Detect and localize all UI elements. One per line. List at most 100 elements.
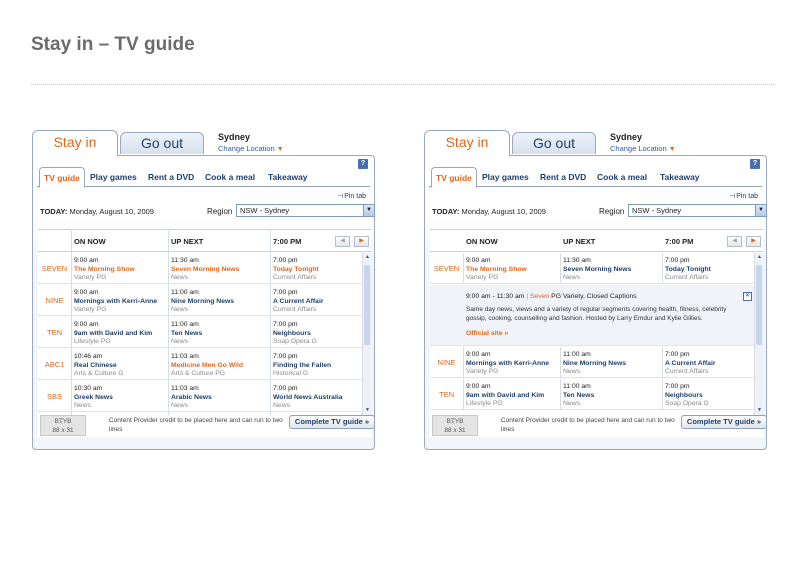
- subtab-takeaway[interactable]: Takeaway: [656, 167, 704, 187]
- tv-guide-panel: ? TV guide Play games Rent a DVD Cook a …: [424, 155, 767, 450]
- program-now[interactable]: 10:30 am Greek News News: [74, 385, 113, 411]
- channel-row[interactable]: NINE 9:00 am Mornings with Kerri-Anne Vari…: [38, 285, 362, 316]
- column-divider: [463, 253, 464, 284]
- prev-time-button[interactable]: ◀: [335, 236, 350, 247]
- channel-row[interactable]: NINE 9:00 am Mornings with Kerri-Anne Vari…: [430, 347, 754, 378]
- program-now[interactable]: 9:00 am Mornings with Kerri-Anne Variety P…: [74, 289, 157, 315]
- column-divider: [662, 347, 663, 378]
- widget-footer: BTYB 88 x 31 Content Provider credit to b…: [430, 415, 767, 439]
- subtab-tv-guide[interactable]: TV guide: [39, 167, 85, 188]
- location: Sydney Change Location ▼: [218, 132, 284, 153]
- channel-name: SEVEN: [433, 264, 460, 273]
- sponsor-ad[interactable]: BTYB 88 x 31: [432, 415, 478, 436]
- scroll-down-icon[interactable]: ▼: [363, 406, 372, 415]
- channel-row[interactable]: SEVEN 9:00 am The Morning Show Variety PG …: [38, 253, 362, 284]
- channel-row[interactable]: ABC1 10:46 am Real Chinese Arts & Culture …: [38, 349, 362, 380]
- program-next[interactable]: 11:00 am Ten News News: [171, 321, 202, 347]
- program-next[interactable]: 11:00 am Nine Morning News News: [171, 289, 234, 315]
- scroll-up-icon[interactable]: ▲: [363, 253, 372, 262]
- complete-tv-guide-button[interactable]: Complete TV guide »: [289, 415, 375, 429]
- subtab-tv-guide[interactable]: TV guide: [431, 167, 477, 188]
- close-icon[interactable]: ✕: [743, 292, 752, 301]
- region-select[interactable]: NSW - Sydney ▼: [236, 204, 375, 217]
- scroll-down-icon[interactable]: ▼: [755, 406, 764, 415]
- subtab-bar: TV guide Play games Rent a DVD Cook a me…: [429, 167, 762, 188]
- subtab-rent-dvd[interactable]: Rent a DVD: [144, 167, 198, 187]
- subtab-play-games[interactable]: Play games: [86, 167, 141, 187]
- subtab-cook-meal[interactable]: Cook a meal: [593, 167, 651, 187]
- program-detail-panel: 9:00 am - 11:30 am | Seven PG Variety, C…: [430, 285, 754, 346]
- location-city: Sydney: [610, 132, 643, 142]
- schedule-rows: SEVEN 9:00 am The Morning Show Variety PG …: [430, 253, 763, 438]
- channel-row[interactable]: SEVEN 9:00 am The Morning Show Variety PG …: [430, 253, 754, 284]
- subtab-play-games[interactable]: Play games: [478, 167, 533, 187]
- schedule-header: ON NOW UP NEXT 7:00 PM ◀ ▶: [38, 230, 371, 252]
- pin-icon: ⊣: [729, 193, 736, 200]
- program-later[interactable]: 7:00 pm Neighbours Soap Opera G: [273, 321, 317, 347]
- program-later[interactable]: 7:00 pm A Current Affair Current Affairs: [273, 289, 323, 315]
- pin-tab-link[interactable]: ⊣Pin tab: [337, 192, 366, 200]
- program-now[interactable]: 10:46 am Real Chinese Arts & Culture G: [74, 353, 123, 379]
- program-later[interactable]: 7:00 pm A Current Affair Current Affairs: [665, 351, 715, 377]
- subtab-rent-dvd[interactable]: Rent a DVD: [536, 167, 590, 187]
- program-next[interactable]: 11:03 am Medicine Men Go Wild Arts & Cultu…: [171, 353, 243, 379]
- tab-stay-in[interactable]: Stay in: [424, 130, 510, 156]
- channel-name: NINE: [437, 358, 456, 367]
- caret-down-icon: ▼: [668, 146, 676, 153]
- program-next[interactable]: 11:00 am Ten News News: [563, 383, 594, 409]
- program-later[interactable]: 7:00 pm World News Australia News: [273, 385, 343, 411]
- region-select[interactable]: NSW - Sydney ▼: [628, 204, 767, 217]
- column-divider: [662, 379, 663, 410]
- schedule-scrollbar[interactable]: ▲ ▼: [362, 253, 371, 415]
- program-later[interactable]: 7:00 pm Today Tonight Current Affairs: [665, 257, 711, 283]
- scroll-thumb[interactable]: [364, 265, 370, 345]
- pin-tab-link[interactable]: ⊣Pin tab: [729, 192, 758, 200]
- change-location-link[interactable]: Change Location ▼: [218, 144, 284, 153]
- program-next[interactable]: 11:30 am Seven Morning News News: [563, 257, 631, 283]
- program-now[interactable]: 9:00 am 9am with David and Kim Lifestyle P…: [466, 383, 544, 409]
- program-later[interactable]: 7:00 pm Neighbours Soap Opera G: [665, 383, 709, 409]
- column-divider: [463, 379, 464, 410]
- tab-go-out[interactable]: Go out: [512, 132, 596, 154]
- channel-name: ABC1: [44, 360, 65, 369]
- change-location-link[interactable]: Change Location ▼: [610, 144, 676, 153]
- tab-stay-in[interactable]: Stay in: [32, 130, 118, 156]
- region-value: NSW - Sydney: [240, 206, 290, 215]
- location: Sydney Change Location ▼: [610, 132, 676, 153]
- schedule-grid: ON NOW UP NEXT 7:00 PM ◀ ▶ SEVEN 9:00 am…: [38, 229, 371, 437]
- location-city: Sydney: [218, 132, 251, 142]
- program-next[interactable]: 11:03 am Arabic News News: [171, 385, 212, 411]
- channel-row[interactable]: SBS 10:30 am Greek News News 11:03 am Arabi…: [38, 381, 362, 412]
- sponsor-ad[interactable]: BTYB 88 x 31: [40, 415, 86, 436]
- program-now[interactable]: 9:00 am The Morning Show Variety PG: [74, 257, 135, 283]
- program-now[interactable]: 9:00 am 9am with David and Kim Lifestyle P…: [74, 321, 152, 347]
- channel-row[interactable]: TEN 9:00 am 9am with David and Kim Lifesty…: [38, 317, 362, 348]
- program-now[interactable]: 9:00 am Mornings with Kerri-Anne Variety P…: [466, 351, 549, 377]
- detail-meta: 9:00 am - 11:30 am | Seven PG Variety, C…: [466, 293, 637, 300]
- program-now[interactable]: 9:00 am The Morning Show Variety PG: [466, 257, 527, 283]
- next-time-button[interactable]: ▶: [354, 236, 369, 247]
- channel-row[interactable]: TEN 9:00 am 9am with David and Kim Lifesty…: [430, 379, 754, 410]
- scroll-up-icon[interactable]: ▲: [755, 253, 764, 262]
- scroll-thumb[interactable]: [756, 265, 762, 345]
- tv-guide-panel: ? TV guide Play games Rent a DVD Cook a …: [32, 155, 375, 450]
- tab-go-out[interactable]: Go out: [120, 132, 204, 154]
- subtab-cook-meal[interactable]: Cook a meal: [201, 167, 259, 187]
- schedule-scrollbar[interactable]: ▲ ▼: [754, 253, 763, 415]
- today-label: TODAY:: [40, 207, 68, 216]
- program-later[interactable]: 7:00 pm Finding the Fallen Historical G: [273, 353, 331, 379]
- program-next[interactable]: 11:00 am Nine Morning News News: [563, 351, 626, 377]
- prev-time-button[interactable]: ◀: [727, 236, 742, 247]
- next-time-button[interactable]: ▶: [746, 236, 761, 247]
- today-value: Monday, August 10, 2009: [461, 207, 546, 216]
- complete-tv-guide-button[interactable]: Complete TV guide »: [681, 415, 767, 429]
- today-value: Monday, August 10, 2009: [69, 207, 154, 216]
- program-later[interactable]: 7:00 pm Today Tonight Current Affairs: [273, 257, 319, 283]
- widget-footer: BTYB 88 x 31 Content Provider credit to b…: [38, 415, 375, 439]
- change-location-label: Change Location: [610, 144, 667, 153]
- subtab-takeaway[interactable]: Takeaway: [264, 167, 312, 187]
- col-time: 7:00 PM: [273, 237, 302, 246]
- schedule-grid: ON NOW UP NEXT 7:00 PM ◀ ▶ SEVEN 9:00 am…: [430, 229, 763, 437]
- program-next[interactable]: 11:30 am Seven Morning News News: [171, 257, 239, 283]
- official-site-link[interactable]: Official site »: [466, 330, 508, 337]
